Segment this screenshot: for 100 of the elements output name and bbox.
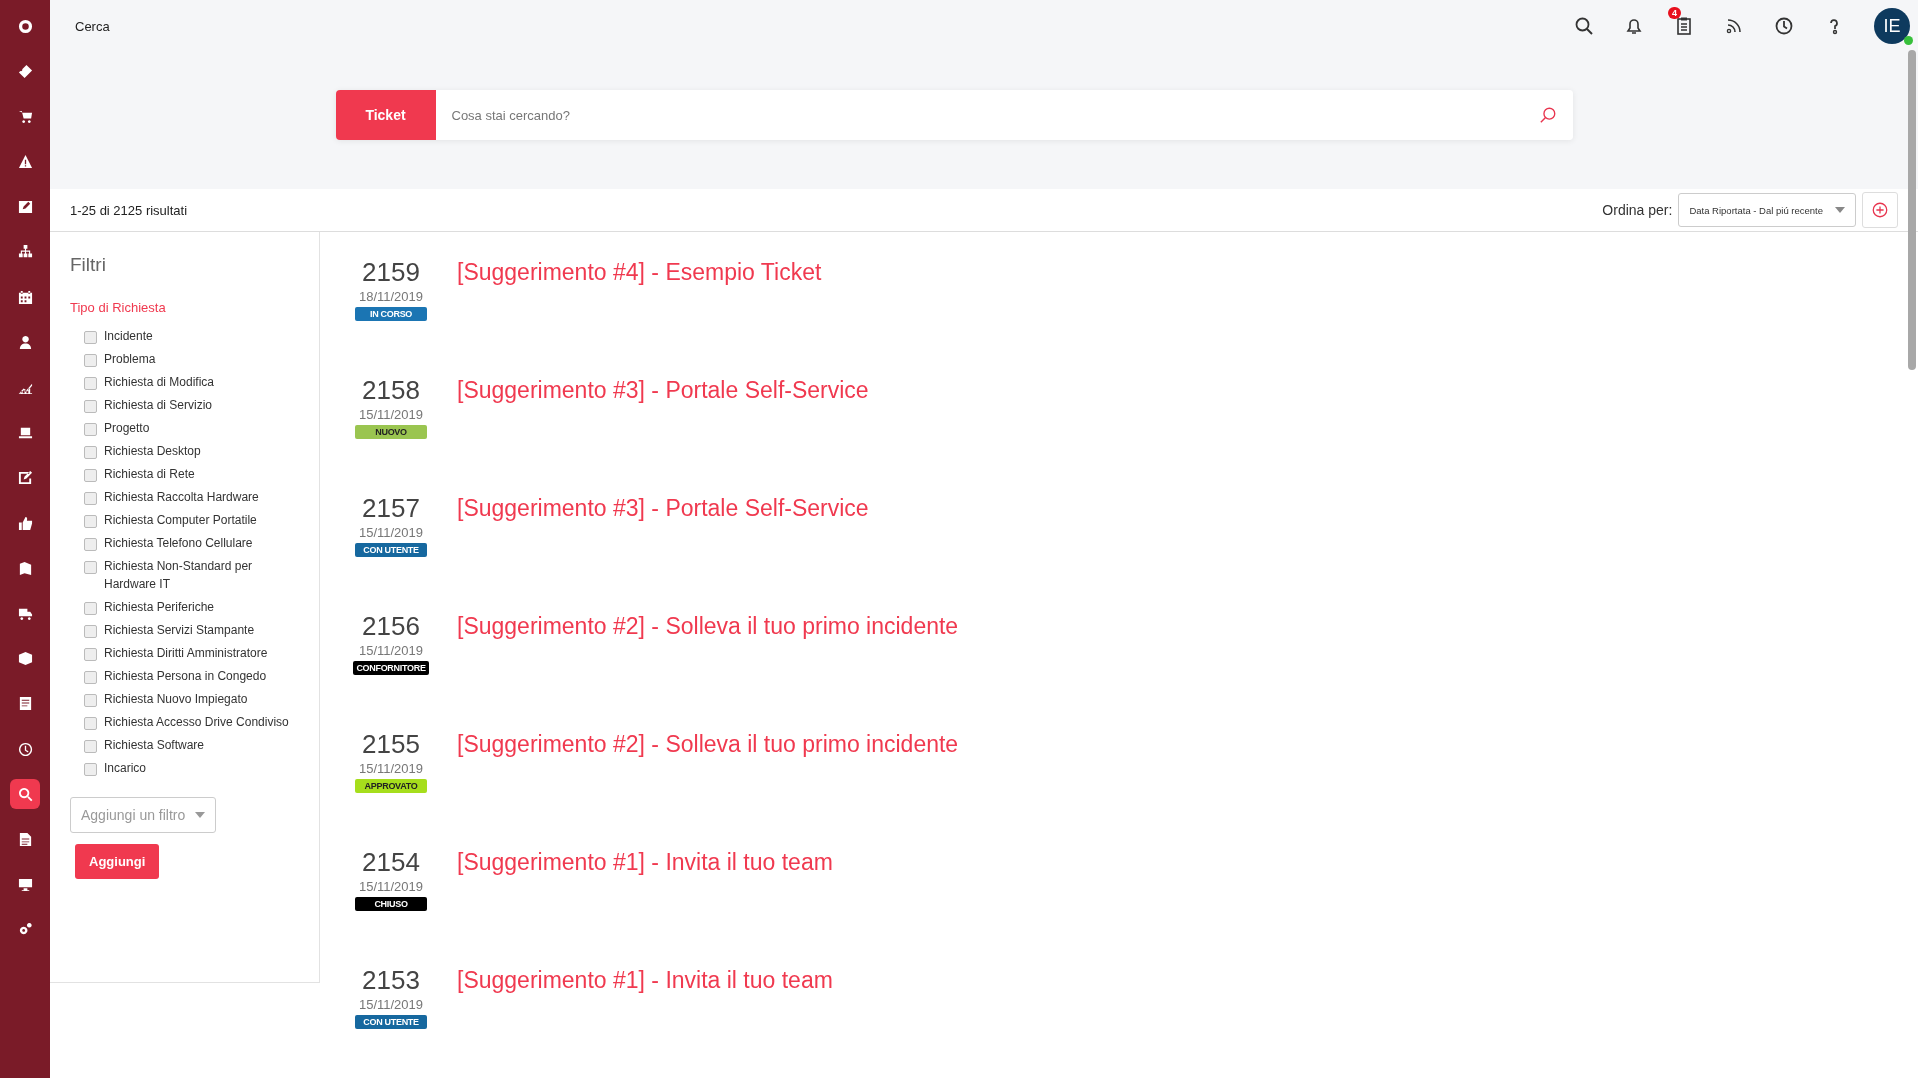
laptop-icon bbox=[17, 425, 33, 441]
checkbox[interactable] bbox=[84, 763, 97, 776]
edit-icon bbox=[17, 470, 33, 486]
ticket-title-link[interactable]: [Suggerimento #1] - Invita il tuo team bbox=[457, 965, 833, 1078]
filter-option[interactable]: Incidente bbox=[104, 327, 153, 345]
ticket-number: 2159 bbox=[362, 257, 420, 287]
filter-option[interactable]: Incarico bbox=[104, 759, 147, 777]
checkbox[interactable] bbox=[84, 515, 97, 528]
rss-icon[interactable] bbox=[1724, 16, 1744, 36]
status-badge: CONFORNITORE bbox=[353, 661, 429, 675]
ticket-date: 15/11/2019 bbox=[358, 407, 424, 422]
checkbox[interactable] bbox=[84, 492, 97, 505]
sort-dropdown[interactable]: Data Riportata - Dal piú recente bbox=[1678, 193, 1856, 227]
ticket-title-link[interactable]: [Suggerimento #2] - Solleva il tuo primo incidente bbox=[457, 611, 959, 729]
clock-icon bbox=[17, 741, 33, 757]
clock-icon[interactable] bbox=[1774, 16, 1794, 36]
checkbox[interactable] bbox=[84, 423, 97, 436]
filter-option[interactable]: Richiesta di Modifica bbox=[104, 373, 215, 391]
status-badge: IN CORSO bbox=[355, 307, 427, 321]
checkbox[interactable] bbox=[84, 377, 97, 390]
calendar-icon bbox=[17, 289, 33, 305]
document-icon bbox=[17, 696, 33, 712]
filter-option[interactable]: Richiesta Software bbox=[104, 736, 205, 754]
add-filter-button[interactable]: Aggiungi bbox=[75, 844, 160, 879]
ticket-number: 2156 bbox=[362, 611, 420, 641]
scrollbar[interactable] bbox=[1908, 50, 1916, 370]
add-button[interactable] bbox=[1862, 192, 1898, 228]
thumbs-up-icon bbox=[17, 515, 33, 531]
ticket-date: 15/11/2019 bbox=[358, 761, 424, 776]
ring-icon bbox=[17, 18, 33, 34]
user-avatar[interactable]: IE bbox=[1874, 8, 1910, 44]
checkbox[interactable] bbox=[84, 446, 97, 459]
checkbox[interactable] bbox=[84, 400, 97, 413]
checkbox[interactable] bbox=[84, 602, 97, 615]
filter-option[interactable]: Richiesta Telefono Cellulare bbox=[104, 534, 253, 552]
page-title: Cerca bbox=[75, 18, 110, 34]
search-field[interactable]: Cosa stai cercando? bbox=[435, 90, 1573, 140]
checkbox[interactable] bbox=[84, 331, 97, 344]
filter-option[interactable]: Richiesta di Rete bbox=[104, 465, 195, 483]
filter-option[interactable]: Richiesta Accesso Drive Condiviso bbox=[104, 713, 289, 731]
filter-option[interactable]: Richiesta Nuovo Impiegato bbox=[104, 690, 248, 708]
checkbox[interactable] bbox=[84, 469, 97, 482]
filter-option[interactable]: Richiesta Non-Standard per Hardware IT bbox=[104, 557, 299, 593]
search-scope-button[interactable]: Ticket bbox=[335, 90, 436, 140]
checkbox[interactable] bbox=[84, 625, 97, 638]
notification-badge: 4 bbox=[1668, 7, 1681, 19]
ticket-number: 2153 bbox=[362, 965, 420, 995]
ticket-title-link[interactable]: [Suggerimento #3] - Portale Self-Service bbox=[457, 375, 869, 493]
user-icon bbox=[17, 334, 33, 350]
ticket-number: 2158 bbox=[362, 375, 420, 405]
checkbox[interactable] bbox=[84, 538, 97, 551]
ticket-number: 2154 bbox=[362, 847, 420, 877]
bell-icon[interactable] bbox=[1624, 16, 1644, 36]
ticket-title-link[interactable]: [Suggerimento #3] - Portale Self-Service bbox=[457, 493, 869, 611]
ticket-date: 15/11/2019 bbox=[358, 643, 424, 658]
ticket-date: 15/11/2019 bbox=[358, 879, 424, 894]
ticket-number: 2155 bbox=[362, 729, 420, 759]
ticket-date: 15/11/2019 bbox=[358, 525, 424, 540]
edit-icon bbox=[17, 199, 33, 215]
filter-option[interactable]: Richiesta Diritti Amministratore bbox=[104, 644, 268, 662]
checkbox[interactable] bbox=[84, 354, 97, 367]
plus-circle-icon bbox=[1871, 201, 1889, 219]
filter-option[interactable]: Richiesta Periferiche bbox=[104, 598, 215, 616]
caret-icon bbox=[1835, 207, 1845, 213]
file-icon bbox=[17, 831, 33, 847]
filter-group-title: Tipo di Richiesta bbox=[70, 300, 167, 315]
filter-option[interactable]: Progetto bbox=[104, 419, 150, 437]
hierarchy-icon bbox=[17, 244, 33, 260]
status-badge: CON UTENTE bbox=[355, 543, 427, 557]
status-badge: APPROVATO bbox=[355, 779, 427, 793]
checkbox[interactable] bbox=[84, 740, 97, 753]
filter-option[interactable]: Problema bbox=[104, 350, 156, 368]
clipboard-icon[interactable] bbox=[1674, 16, 1694, 36]
ticket-title-link[interactable]: [Suggerimento #1] - Invita il tuo team bbox=[457, 847, 833, 965]
filter-option[interactable]: Richiesta Raccolta Hardware bbox=[104, 488, 259, 506]
ticket-date: 18/11/2019 bbox=[358, 289, 424, 304]
checkbox[interactable] bbox=[84, 717, 97, 730]
filter-option[interactable]: Richiesta Servizi Stampante bbox=[104, 621, 255, 639]
checkbox[interactable] bbox=[84, 671, 97, 684]
sort-label: Ordina per: bbox=[1602, 202, 1673, 218]
filter-option[interactable]: Richiesta Computer Portatile bbox=[104, 511, 257, 529]
filter-option[interactable]: Richiesta Desktop bbox=[104, 442, 201, 460]
status-badge: CON UTENTE bbox=[355, 1015, 427, 1029]
checkbox[interactable] bbox=[84, 561, 97, 574]
filter-option[interactable]: Richiesta Persona in Congedo bbox=[104, 667, 267, 685]
ticket-number: 2157 bbox=[362, 493, 420, 523]
result-count: 1-25 di 2125 risultati bbox=[70, 202, 188, 218]
search-icon bbox=[17, 786, 33, 802]
warning-icon bbox=[17, 154, 33, 170]
ticket-title-link[interactable]: [Suggerimento #2] - Solleva il tuo primo incidente bbox=[457, 729, 959, 847]
sidebar-item[interactable] bbox=[10, 779, 40, 810]
ticket-icon bbox=[17, 63, 33, 79]
filter-option[interactable]: Richiesta di Servizio bbox=[104, 396, 213, 414]
monitor-icon bbox=[17, 877, 33, 893]
status-badge: CHIUSO bbox=[355, 897, 427, 911]
checkbox[interactable] bbox=[84, 694, 97, 707]
checkbox[interactable] bbox=[84, 648, 97, 661]
ticket-title-link[interactable]: [Suggerimento #4] - Esempio Ticket bbox=[457, 257, 822, 375]
search-icon[interactable] bbox=[1574, 16, 1594, 36]
cart-icon bbox=[17, 108, 33, 124]
